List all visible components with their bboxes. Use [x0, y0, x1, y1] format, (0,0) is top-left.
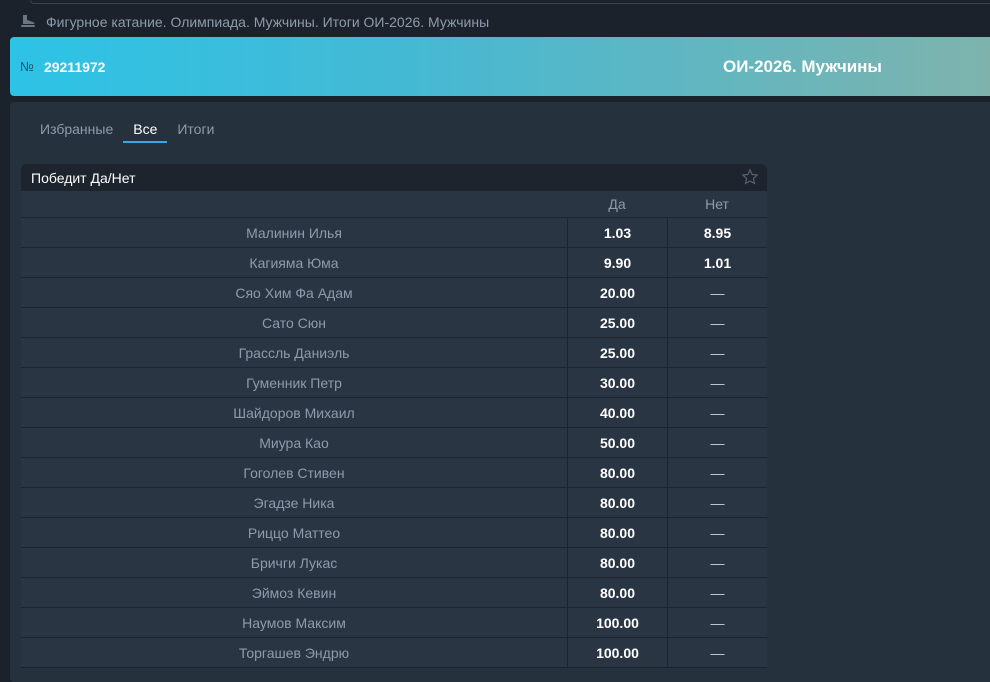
participant-name: Гоголев Стивен: [243, 464, 345, 481]
market-tabs: Избранные Все Итоги: [30, 120, 224, 143]
odds-no: —: [667, 308, 767, 337]
odds-yes[interactable]: 20.00: [567, 278, 667, 307]
col-no: Нет: [705, 196, 729, 212]
odds-no: —: [667, 518, 767, 547]
odds-no: —: [667, 458, 767, 487]
participant-name: Грассль Даниэль: [238, 344, 350, 361]
participant-name: Эймоз Кевин: [251, 584, 337, 601]
odds-yes[interactable]: 30.00: [567, 368, 667, 397]
table-row: Малинин Илья 1.03 8.95: [21, 218, 767, 248]
tab-favorites[interactable]: Избранные: [30, 120, 123, 143]
table-row: Кагияма Юма 9.90 1.01: [21, 248, 767, 278]
odds-no[interactable]: 1.01: [667, 248, 767, 277]
odds-yes[interactable]: 25.00: [567, 338, 667, 367]
odds-no: —: [667, 278, 767, 307]
odds-no: —: [667, 608, 767, 637]
participant-name: Риццо Маттео: [247, 524, 341, 541]
breadcrumb: Фигурное катание. Олимпиада. Мужчины. Ит…: [20, 13, 489, 31]
table-header: Да Нет: [21, 191, 767, 218]
breadcrumb-text[interactable]: Фигурное катание. Олимпиада. Мужчины. Ит…: [46, 14, 489, 30]
participant-name: Малинин Илья: [246, 224, 342, 241]
market-title-bar: Победит Да/Нет: [21, 164, 767, 191]
odds-no[interactable]: 8.95: [667, 218, 767, 247]
odds-yes[interactable]: 50.00: [567, 428, 667, 457]
table-row: Эгадзе Ника 80.00 —: [21, 488, 767, 518]
market-table: Победит Да/Нет Да Нет Малинин Илья 1.03 …: [21, 164, 767, 668]
odds-no: —: [667, 368, 767, 397]
event-header: № 29211972 ОИ-2026. Мужчины: [10, 37, 990, 96]
participant-name: Гуменник Петр: [246, 374, 342, 391]
participant-name: Сяо Хим Фа Адам: [235, 284, 353, 301]
odds-yes[interactable]: 100.00: [567, 638, 667, 667]
participant-name: Бричги Лукас: [250, 554, 338, 571]
table-row: Сато Сюн 25.00 —: [21, 308, 767, 338]
event-title: ОИ-2026. Мужчины: [723, 56, 882, 76]
odds-yes[interactable]: 80.00: [567, 548, 667, 577]
table-row: Бричги Лукас 80.00 —: [21, 548, 767, 578]
table-row: Шайдоров Михаил 40.00 —: [21, 398, 767, 428]
odds-no: —: [667, 548, 767, 577]
top-search-bar[interactable]: [30, 0, 990, 4]
odds-yes[interactable]: 80.00: [567, 518, 667, 547]
odds-yes[interactable]: 80.00: [567, 578, 667, 607]
odds-no: —: [667, 428, 767, 457]
odds-no: —: [667, 338, 767, 367]
odds-no: —: [667, 488, 767, 517]
col-yes: Да: [608, 196, 626, 212]
odds-no: —: [667, 398, 767, 427]
odds-yes[interactable]: 80.00: [567, 458, 667, 487]
odds-no: —: [667, 638, 767, 667]
odds-yes[interactable]: 9.90: [567, 248, 667, 277]
table-row: Миура Као 50.00 —: [21, 428, 767, 458]
odds-yes[interactable]: 80.00: [567, 488, 667, 517]
skate-icon: [20, 14, 36, 31]
participant-name: Наумов Максим: [242, 614, 346, 631]
odds-no: —: [667, 578, 767, 607]
participant-name: Эгадзе Ника: [253, 494, 335, 511]
table-row: Гоголев Стивен 80.00 —: [21, 458, 767, 488]
tab-all[interactable]: Все: [123, 120, 168, 143]
participant-name: Кагияма Юма: [249, 254, 339, 271]
table-row: Гуменник Петр 30.00 —: [21, 368, 767, 398]
star-icon[interactable]: [741, 168, 759, 186]
table-row: Риццо Маттео 80.00 —: [21, 518, 767, 548]
participant-name: Торгашев Эндрю: [238, 644, 350, 661]
table-row: Эймоз Кевин 80.00 —: [21, 578, 767, 608]
participant-name: Миура Као: [259, 434, 329, 451]
table-row: Торгашев Эндрю 100.00 —: [21, 638, 767, 668]
table-row: Грассль Даниэль 25.00 —: [21, 338, 767, 368]
table-row: Наумов Максим 100.00 —: [21, 608, 767, 638]
number-label: №: [20, 59, 34, 74]
table-row: Сяо Хим Фа Адам 20.00 —: [21, 278, 767, 308]
market-title: Победит Да/Нет: [31, 169, 136, 186]
event-id: 29211972: [43, 58, 106, 75]
tab-results[interactable]: Итоги: [167, 120, 224, 143]
odds-yes[interactable]: 1.03: [567, 218, 667, 247]
participant-name: Шайдоров Михаил: [233, 404, 355, 421]
odds-yes[interactable]: 100.00: [567, 608, 667, 637]
participant-name: Сато Сюн: [261, 314, 327, 331]
odds-yes[interactable]: 25.00: [567, 308, 667, 337]
odds-yes[interactable]: 40.00: [567, 398, 667, 427]
